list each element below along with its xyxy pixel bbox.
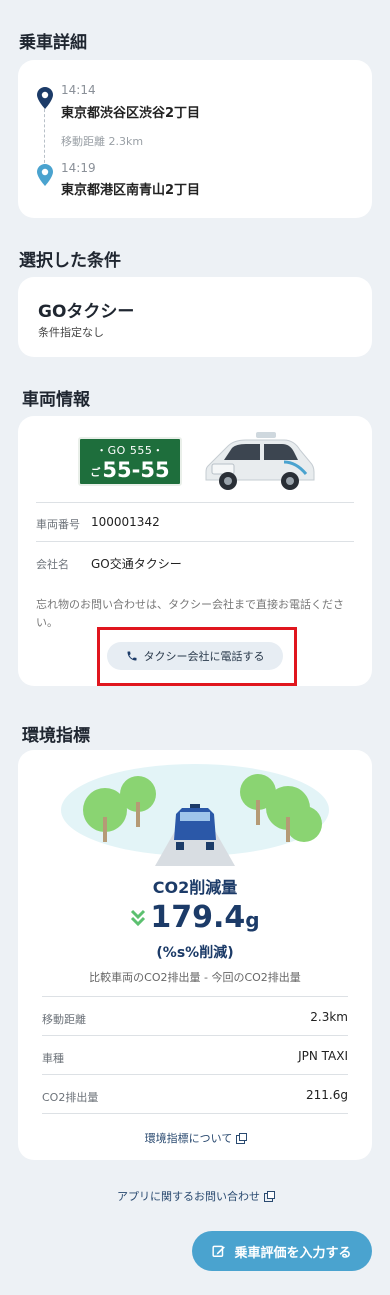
ride-details-title: 乗車詳細 — [19, 33, 87, 53]
environment-title: 環境指標 — [22, 726, 90, 746]
ride-details-card: 14:14 東京都渋谷区渋谷2丁目 移動距離 2.3km 14:19 東京都港区… — [18, 60, 372, 218]
env-row-label: 移動距離 — [42, 1013, 86, 1026]
env-row-value: 2.3km — [310, 1010, 348, 1024]
condition-sub: 条件指定なし — [38, 326, 104, 339]
env-row-label: CO2排出量 — [42, 1091, 99, 1104]
vehicle-number-value: 100001342 — [91, 515, 160, 529]
route-line — [44, 104, 45, 168]
rate-button-label: 乗車評価を入力する — [234, 1245, 352, 1261]
divider — [42, 1113, 348, 1114]
contact-link-label: アプリに関するお問い合わせ — [117, 1190, 260, 1203]
conditions-card: GOタクシー 条件指定なし — [18, 277, 372, 357]
dropoff-address: 東京都港区南青山2丁目 — [61, 183, 201, 198]
env-row-value: 211.6g — [306, 1088, 348, 1102]
vehicle-number-label: 車両番号 — [36, 518, 80, 531]
company-value: GO交通タクシー — [91, 557, 182, 571]
environment-info-link[interactable]: 環境指標について — [18, 1130, 372, 1146]
co2-reduction-value: 179.4g — [18, 900, 372, 935]
env-row-value: JPN TAXI — [298, 1049, 348, 1063]
pickup-pin-icon — [37, 87, 53, 109]
edit-icon — [212, 1245, 226, 1257]
taxi-car-icon — [205, 432, 315, 490]
plate-top: ・GO 555・ — [96, 444, 164, 457]
dropoff-time: 14:19 — [61, 161, 96, 175]
external-link-icon — [236, 1132, 248, 1144]
pickup-time: 14:14 — [61, 83, 96, 97]
divider — [42, 996, 348, 997]
divider — [36, 502, 354, 503]
co2-percent: (%s%削減) — [156, 945, 234, 961]
co2-unit: g — [245, 908, 260, 932]
env-row-label: 車種 — [42, 1052, 64, 1065]
rate-ride-button[interactable]: 乗車評価を入力する — [192, 1231, 372, 1271]
environment-link-label: 環境指標について — [144, 1132, 233, 1145]
conditions-title: 選択した条件 — [19, 251, 121, 271]
app-contact-link[interactable]: アプリに関するお問い合わせ — [0, 1188, 390, 1204]
license-plate: ・GO 555・ ご55-55 — [78, 437, 182, 486]
vehicle-title: 車両情報 — [22, 390, 90, 410]
ride-distance: 移動距離 2.3km — [61, 135, 144, 148]
divider — [36, 541, 354, 542]
divider — [42, 1035, 348, 1036]
co2-number: 179.4 — [150, 900, 246, 935]
pickup-address: 東京都渋谷区渋谷2丁目 — [61, 106, 201, 121]
plate-number: 55-55 — [102, 458, 170, 482]
double-chevron-down-icon — [131, 909, 146, 927]
company-label: 会社名 — [36, 558, 69, 571]
environment-card: CO2削減量 179.4g (%s%削減) 比較車両のCO2排出量 - 今回のC… — [18, 750, 372, 1160]
highlight-box — [97, 627, 297, 686]
co2-formula: 比較車両のCO2排出量 - 今回のCO2排出量 — [89, 971, 301, 984]
co2-title: CO2削減量 — [152, 878, 238, 897]
condition-name: GOタクシー — [38, 302, 135, 322]
eco-illustration-icon — [61, 764, 329, 866]
dropoff-pin-icon — [37, 164, 53, 186]
divider — [42, 1074, 348, 1075]
external-link-icon — [264, 1190, 275, 1202]
plate-kana: ご — [90, 467, 101, 479]
